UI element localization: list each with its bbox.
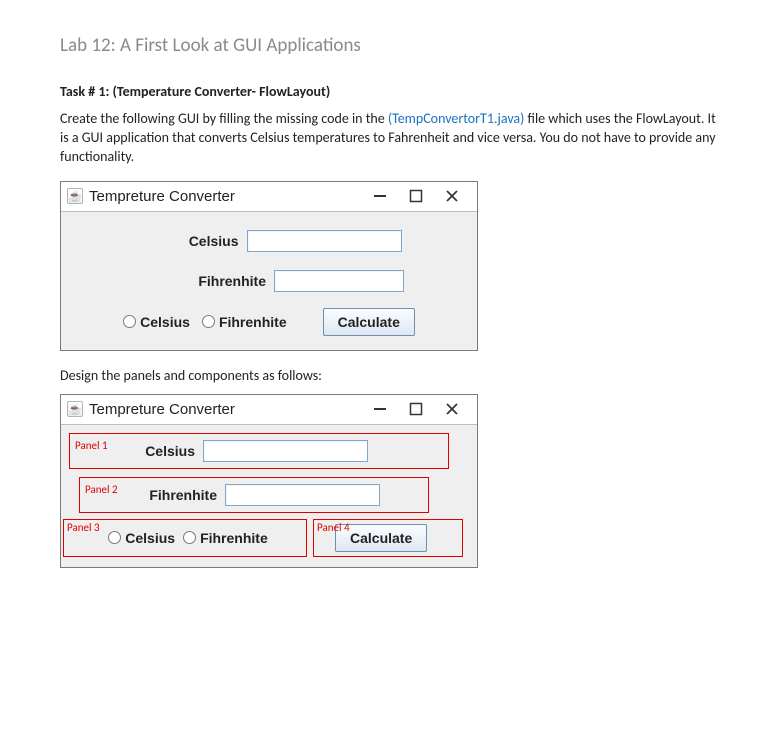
celsius-radio-2[interactable]: Celsius [108, 530, 175, 546]
window-1-titlebar: ☕ Tempreture Converter [61, 182, 477, 212]
fahrenheit-radio[interactable]: Fihrenhite [202, 314, 287, 330]
java-icon: ☕ [67, 188, 83, 204]
design-panels-text: Design the panels and components as foll… [60, 367, 716, 384]
java-icon: ☕ [67, 401, 83, 417]
window-2-titlebar: ☕ Tempreture Converter [61, 395, 477, 425]
celsius-row: Celsius [71, 224, 467, 258]
fahrenheit-label-2: Fihrenhite [115, 487, 225, 503]
panel-3: Panel 3 Celsius Fihrenhite [69, 519, 307, 557]
bottom-row: Panel 3 Celsius Fihrenhite Panel 4 Calcu… [69, 513, 469, 557]
radio-icon [123, 315, 136, 328]
radio-icon [183, 531, 196, 544]
window-2: ☕ Tempreture Converter Panel 1 Celsius [60, 394, 478, 568]
fahrenheit-radio-label: Fihrenhite [219, 314, 287, 330]
panel-3-label: Panel 3 [67, 521, 100, 534]
close-icon[interactable] [445, 189, 459, 203]
maximize-icon[interactable] [409, 189, 423, 203]
window-1: ☕ Tempreture Converter Celsius Fihren [60, 181, 478, 351]
celsius-label: Celsius [137, 233, 247, 249]
task-description: Create the following GUI by filling the … [60, 110, 716, 167]
celsius-radio-label: Celsius [140, 314, 190, 330]
page: Lab 12: A First Look at GUI Applications… [0, 0, 776, 588]
panel-4: Panel 4 Calculate [313, 519, 469, 557]
panel-1: Panel 1 Celsius [69, 433, 469, 469]
fahrenheit-input[interactable] [274, 270, 404, 292]
maximize-icon[interactable] [409, 402, 423, 416]
panel-1-label: Panel 1 [75, 439, 108, 452]
celsius-input-2[interactable] [203, 440, 368, 462]
task-desc-before: Create the following GUI by filling the … [60, 110, 388, 127]
fahrenheit-input-2[interactable] [225, 484, 380, 506]
fahrenheit-label: Fihrenhite [134, 273, 274, 289]
calculate-button[interactable]: Calculate [323, 308, 415, 336]
celsius-label-2: Celsius [115, 443, 203, 459]
fahrenheit-radio-label-2: Fihrenhite [200, 530, 268, 546]
minimize-icon[interactable] [373, 402, 387, 416]
page-title: Lab 12: A First Look at GUI Applications [60, 34, 716, 57]
radio-icon [108, 531, 121, 544]
close-icon[interactable] [445, 402, 459, 416]
fahrenheit-radio-2[interactable]: Fihrenhite [183, 530, 268, 546]
task-heading: Task # 1: (Temperature Converter- FlowLa… [60, 83, 716, 100]
window-1-body: Celsius Fihrenhite Celsius Fihrenhite Ca… [61, 212, 477, 350]
celsius-input[interactable] [247, 230, 402, 252]
fahrenheit-row: Fihrenhite [71, 258, 467, 298]
window-2-body: Panel 1 Celsius Panel 2 Fihrenhite Panel… [61, 425, 477, 567]
window-2-controls [373, 402, 477, 416]
radio-icon [202, 315, 215, 328]
window-2-title: Tempreture Converter [89, 401, 373, 418]
window-1-title: Tempreture Converter [89, 188, 373, 205]
panel-2: Panel 2 Fihrenhite [69, 477, 469, 513]
task-file-link[interactable]: (TempConvertorT1.java) [388, 110, 525, 127]
options-row: Celsius Fihrenhite Calculate [71, 298, 467, 336]
minimize-icon[interactable] [373, 189, 387, 203]
panel-2-label: Panel 2 [85, 483, 118, 496]
window-1-controls [373, 189, 477, 203]
celsius-radio[interactable]: Celsius [123, 314, 190, 330]
panel-4-label: Panel 4 [317, 521, 350, 534]
celsius-radio-label-2: Celsius [125, 530, 175, 546]
